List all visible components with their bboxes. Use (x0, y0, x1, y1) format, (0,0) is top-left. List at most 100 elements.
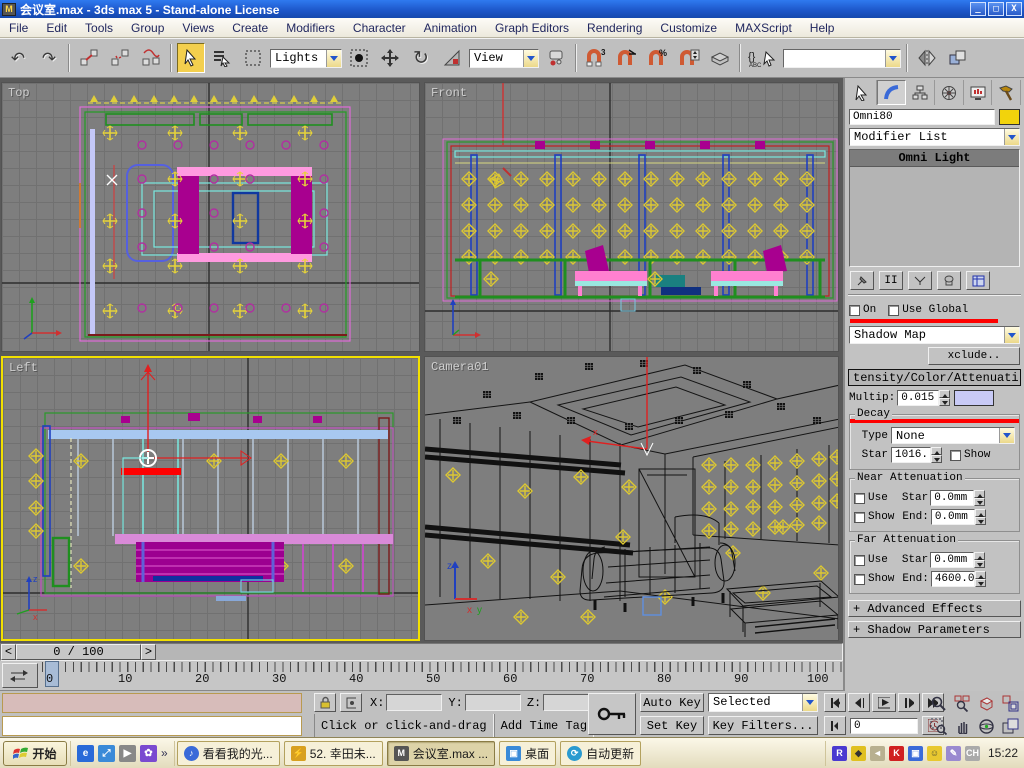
mini-curve-editor-button[interactable] (2, 663, 38, 688)
near-start-spinner[interactable] (974, 490, 985, 506)
min-max-toggle-icon[interactable] (999, 715, 1022, 737)
viewport-front[interactable]: Front (424, 82, 839, 352)
taskbar-item-media[interactable]: ♪ 看看我的光... (177, 741, 280, 766)
select-object-icon[interactable] (177, 43, 205, 73)
decay-show-checkbox[interactable] (950, 450, 961, 461)
tray-icon-7[interactable]: ✎ (946, 746, 961, 761)
remove-modifier-button[interactable] (937, 271, 961, 290)
select-and-scale-icon[interactable] (438, 43, 466, 73)
zoom-extents-all-icon[interactable] (999, 692, 1022, 714)
chevron-down-icon[interactable] (1004, 129, 1019, 145)
tab-create[interactable] (848, 80, 877, 105)
light-name-field[interactable]: Omni80 (849, 109, 995, 125)
named-selection-sets-icon[interactable]: {}ABC (746, 43, 780, 73)
key-filters-button[interactable]: Key Filters... (708, 716, 818, 735)
msn-icon[interactable]: ✿ (140, 745, 157, 762)
select-and-rotate-icon[interactable]: ↻ (407, 43, 435, 73)
undo-icon[interactable]: ↶ (4, 43, 32, 73)
media-player-icon[interactable]: ▶ (119, 745, 136, 762)
select-and-link-icon[interactable] (75, 43, 103, 73)
stack-item-omni-light[interactable]: Omni Light (850, 150, 1019, 167)
zoom-icon[interactable] (927, 692, 950, 714)
menu-maxscript[interactable]: MAXScript (726, 19, 801, 37)
play-button[interactable] (872, 693, 896, 712)
modifier-list-combo[interactable]: Modifier List (849, 128, 1020, 146)
unlink-selection-icon[interactable] (106, 43, 134, 73)
far-start-field[interactable]: 0.0mm (930, 552, 974, 568)
decay-start-spinner[interactable] (931, 447, 942, 463)
far-start-spinner[interactable] (974, 552, 985, 568)
intensity-rollout-header[interactable]: tensity/Color/Attenuati (848, 369, 1021, 386)
start-button[interactable]: 开始 (3, 741, 67, 766)
make-unique-button[interactable] (908, 271, 932, 290)
reference-coordinate-combo[interactable]: View (469, 49, 539, 68)
viewport-left[interactable]: Left (1, 356, 420, 641)
menu-rendering[interactable]: Rendering (578, 19, 651, 37)
language-indicator[interactable]: CH (965, 746, 980, 761)
ie-icon[interactable]: e (77, 745, 94, 762)
select-by-name-icon[interactable] (208, 43, 236, 73)
chevron-down-icon[interactable] (523, 50, 538, 67)
menu-modifiers[interactable]: Modifiers (277, 19, 344, 37)
multiplier-spinner[interactable] (939, 390, 950, 406)
close-button[interactable]: X (1006, 2, 1022, 16)
redo-icon[interactable]: ↷ (35, 43, 63, 73)
selection-filter-combo[interactable]: Lights (270, 49, 342, 68)
zoom-extents-icon[interactable] (975, 692, 998, 714)
taskbar-item-3dsmax[interactable]: M 会议室.max ... (387, 741, 495, 766)
advanced-effects-rollout[interactable]: + Advanced Effects (848, 600, 1021, 617)
time-slider-next-button[interactable]: > (141, 644, 156, 660)
far-end-field[interactable]: 4600.0 (931, 571, 975, 587)
taskbar-item-winamp[interactable]: ⚡ 52. 幸田未... (284, 741, 383, 766)
decay-type-combo[interactable]: None (891, 427, 1015, 444)
maximize-button[interactable]: □ (988, 2, 1004, 16)
maxscript-listener-pink[interactable] (2, 693, 302, 713)
light-color-value-swatch[interactable] (954, 390, 994, 406)
menu-animation[interactable]: Animation (415, 19, 486, 37)
decay-start-field[interactable]: 1016. (891, 447, 931, 463)
quick-launch-overflow[interactable]: » (161, 746, 168, 760)
menu-file[interactable]: File (0, 19, 37, 37)
y-field[interactable] (465, 694, 521, 711)
show-desktop-icon[interactable]: ⤢ (98, 745, 115, 762)
volume-icon[interactable]: ◄ (870, 746, 885, 761)
chevron-down-icon[interactable] (326, 50, 341, 67)
tray-icon-ime[interactable]: ◆ (851, 746, 866, 761)
menu-graph-editors[interactable]: Graph Editors (486, 19, 578, 37)
tab-display[interactable] (964, 80, 993, 105)
render-shortcuts-icon[interactable] (706, 43, 734, 73)
taskbar-item-update[interactable]: ⟳ 自动更新 (560, 741, 641, 766)
near-use-checkbox[interactable] (854, 493, 865, 504)
chevron-down-icon[interactable] (802, 694, 817, 711)
percent-snap-icon[interactable]: % (644, 43, 672, 73)
taskbar-item-desktop[interactable]: ▣ 桌面 (499, 741, 556, 766)
tab-motion[interactable] (935, 80, 964, 105)
far-use-checkbox[interactable] (854, 555, 865, 566)
modifier-stack[interactable]: Omni Light (849, 149, 1020, 267)
time-slider-handle[interactable]: 0 / 100 (16, 644, 141, 660)
menu-customize[interactable]: Customize (651, 19, 726, 37)
configure-modifier-sets-button[interactable] (966, 271, 990, 290)
shadow-parameters-rollout[interactable]: + Shadow Parameters (848, 621, 1021, 638)
align-icon[interactable] (944, 43, 972, 73)
exclude-button[interactable]: xclude.. (928, 347, 1020, 365)
selection-filter-icon[interactable] (345, 43, 373, 73)
menu-character[interactable]: Character (344, 19, 415, 37)
tray-icon-1[interactable]: R (832, 746, 847, 761)
near-show-checkbox[interactable] (854, 512, 865, 523)
track-bar[interactable]: 0 10 20 30 40 50 60 70 80 90 100 (0, 661, 843, 691)
selection-lock-icon[interactable] (314, 693, 336, 712)
next-frame-button[interactable] (898, 693, 920, 712)
use-pivot-point-center-icon[interactable] (542, 43, 570, 73)
light-color-swatch[interactable] (999, 109, 1020, 125)
add-time-tag[interactable]: Add Time Tag (494, 714, 594, 737)
tray-icon-6[interactable]: ☺ (927, 746, 942, 761)
tab-modify[interactable] (877, 80, 907, 105)
set-keys-big-button[interactable] (588, 693, 636, 735)
chevron-down-icon[interactable] (885, 50, 900, 67)
region-zoom-icon[interactable] (927, 715, 950, 737)
tab-hierarchy[interactable] (906, 80, 935, 105)
rectangular-selection-region-icon[interactable] (239, 43, 267, 73)
arc-rotate-icon[interactable] (975, 715, 998, 737)
bind-to-space-warp-icon[interactable] (137, 43, 165, 73)
